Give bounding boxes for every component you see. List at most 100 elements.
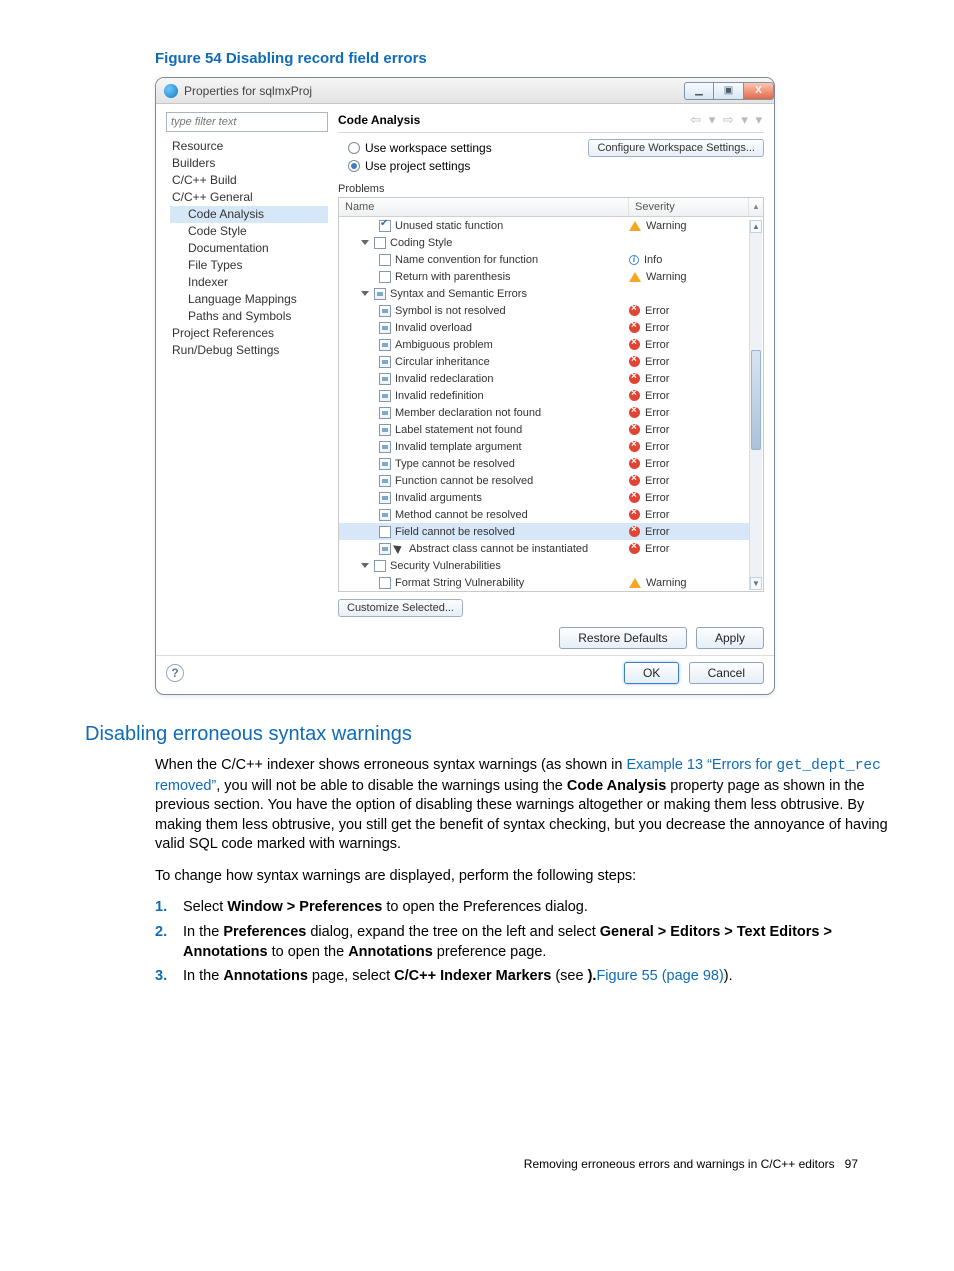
row-label: Invalid redeclaration <box>395 373 493 385</box>
table-row[interactable]: Name convention for functionInfo <box>339 251 749 268</box>
checkbox[interactable] <box>379 577 391 589</box>
table-row[interactable]: Return with parenthesisWarning <box>339 268 749 285</box>
severity-label: Error <box>645 339 669 351</box>
checkbox[interactable] <box>379 305 391 317</box>
table-row[interactable]: Security Vulnerabilities <box>339 557 749 574</box>
table-row[interactable]: Syntax and Semantic Errors <box>339 285 749 302</box>
table-row[interactable]: Circular inheritanceError <box>339 353 749 370</box>
table-row[interactable]: Unused static functionWarning <box>339 217 749 234</box>
checkbox[interactable] <box>379 526 391 538</box>
tree-item[interactable]: C/C++ General <box>170 189 328 206</box>
checkbox[interactable] <box>379 458 391 470</box>
cancel-button[interactable]: Cancel <box>689 662 764 684</box>
scroll-down-icon[interactable]: ▼ <box>750 577 762 590</box>
ok-button[interactable]: OK <box>624 662 679 684</box>
checkbox[interactable] <box>379 254 391 266</box>
filter-input[interactable] <box>166 112 328 132</box>
row-label: Name convention for function <box>395 254 538 266</box>
column-severity[interactable]: Severity <box>629 198 749 216</box>
severity-label: Warning <box>646 271 687 283</box>
tree-item[interactable]: Project References <box>170 325 328 342</box>
maximize-button[interactable]: ▣ <box>714 82 744 100</box>
table-row[interactable]: Member declaration not foundError <box>339 404 749 421</box>
error-icon <box>629 526 640 537</box>
customize-selected-button[interactable]: Customize Selected... <box>338 599 463 617</box>
help-icon[interactable]: ? <box>166 664 184 682</box>
scrollbar[interactable]: ▲ ▼ <box>749 220 762 590</box>
restore-defaults-button[interactable]: Restore Defaults <box>559 627 686 649</box>
tree-item[interactable]: Indexer <box>170 274 328 291</box>
checkbox[interactable] <box>379 509 391 521</box>
row-label: Unused static function <box>395 220 503 232</box>
tree-item[interactable]: Language Mappings <box>170 291 328 308</box>
severity-label: Warning <box>646 577 687 589</box>
table-row[interactable]: Invalid redefinition Error <box>339 387 749 404</box>
checkbox[interactable] <box>379 339 391 351</box>
tree-item[interactable]: Code Analysis <box>170 206 328 223</box>
table-row[interactable]: Abstract class cannot be instantiatedErr… <box>339 540 749 557</box>
table-row[interactable]: Coding Style <box>339 234 749 251</box>
tree-item[interactable]: Documentation <box>170 240 328 257</box>
checkbox[interactable] <box>379 407 391 419</box>
tree-item[interactable]: Code Style <box>170 223 328 240</box>
severity-label: Error <box>645 390 669 402</box>
table-row[interactable]: Field cannot be resolvedError <box>339 523 749 540</box>
checkbox[interactable] <box>379 322 391 334</box>
tree-item[interactable]: C/C++ Build <box>170 172 328 189</box>
expander-icon[interactable] <box>361 240 369 245</box>
column-slim[interactable]: ▲ <box>749 198 763 216</box>
table-row[interactable]: Type cannot be resolvedError <box>339 455 749 472</box>
tree-item[interactable]: Run/Debug Settings <box>170 342 328 359</box>
expander-icon[interactable] <box>361 291 369 296</box>
expander-icon[interactable] <box>361 563 369 568</box>
table-row[interactable]: Symbol is not resolvedError <box>339 302 749 319</box>
table-row[interactable]: Label statement not foundError <box>339 421 749 438</box>
tree-item[interactable]: Builders <box>170 155 328 172</box>
scroll-up-icon[interactable]: ▲ <box>750 220 762 233</box>
error-icon <box>629 543 640 554</box>
tree-item[interactable]: File Types <box>170 257 328 274</box>
checkbox[interactable] <box>379 543 391 555</box>
table-row[interactable]: Invalid redeclaration Error <box>339 370 749 387</box>
table-row[interactable]: Invalid argumentsError <box>339 489 749 506</box>
figure-link[interactable]: Figure 55 (page 98) <box>596 968 723 984</box>
checkbox[interactable] <box>379 220 391 232</box>
error-icon <box>629 305 640 316</box>
checkbox[interactable] <box>379 475 391 487</box>
checkbox[interactable] <box>379 441 391 453</box>
checkbox[interactable] <box>374 560 386 572</box>
minimize-button[interactable]: ▁ <box>684 82 714 100</box>
page-footer: Removing erroneous errors and warnings i… <box>85 1157 894 1171</box>
close-button[interactable]: X <box>744 82 774 100</box>
nav-tree[interactable]: ResourceBuildersC/C++ BuildC/C++ General… <box>166 132 328 359</box>
table-row[interactable]: Method cannot be resolvedError <box>339 506 749 523</box>
severity-label: Error <box>645 526 669 538</box>
checkbox[interactable] <box>379 390 391 402</box>
checkbox[interactable] <box>379 492 391 504</box>
tree-item[interactable]: Paths and Symbols <box>170 308 328 325</box>
checkbox[interactable] <box>374 237 386 249</box>
severity-label: Error <box>645 305 669 317</box>
table-row[interactable]: Ambiguous problemError <box>339 336 749 353</box>
panel-nav-arrows[interactable]: ⇦ ▾ ⇨ ▾ ▾ <box>690 112 764 128</box>
use-project-settings-radio[interactable]: Use project settings <box>348 157 492 175</box>
tree-item[interactable]: Resource <box>170 138 328 155</box>
scroll-thumb[interactable] <box>751 350 761 450</box>
configure-workspace-settings-link[interactable]: Configure Workspace Settings... <box>588 139 764 157</box>
checkbox[interactable] <box>379 356 391 368</box>
checkbox[interactable] <box>374 288 386 300</box>
severity-label: Error <box>645 373 669 385</box>
column-name[interactable]: Name <box>339 198 629 216</box>
table-row[interactable]: Invalid template argumentError <box>339 438 749 455</box>
checkbox[interactable] <box>379 424 391 436</box>
checkbox[interactable] <box>379 373 391 385</box>
table-row[interactable]: Invalid overloadError <box>339 319 749 336</box>
table-row[interactable]: Function cannot be resolvedError <box>339 472 749 489</box>
table-row[interactable]: Format String VulnerabilityWarning <box>339 574 749 591</box>
row-label: Invalid redefinition <box>395 390 484 402</box>
problems-table: Name Severity ▲ Unused static functionWa… <box>338 197 764 592</box>
apply-button[interactable]: Apply <box>696 627 764 649</box>
checkbox[interactable] <box>379 271 391 283</box>
row-label: Method cannot be resolved <box>395 509 528 521</box>
use-workspace-settings-radio[interactable]: Use workspace settings <box>348 139 492 157</box>
